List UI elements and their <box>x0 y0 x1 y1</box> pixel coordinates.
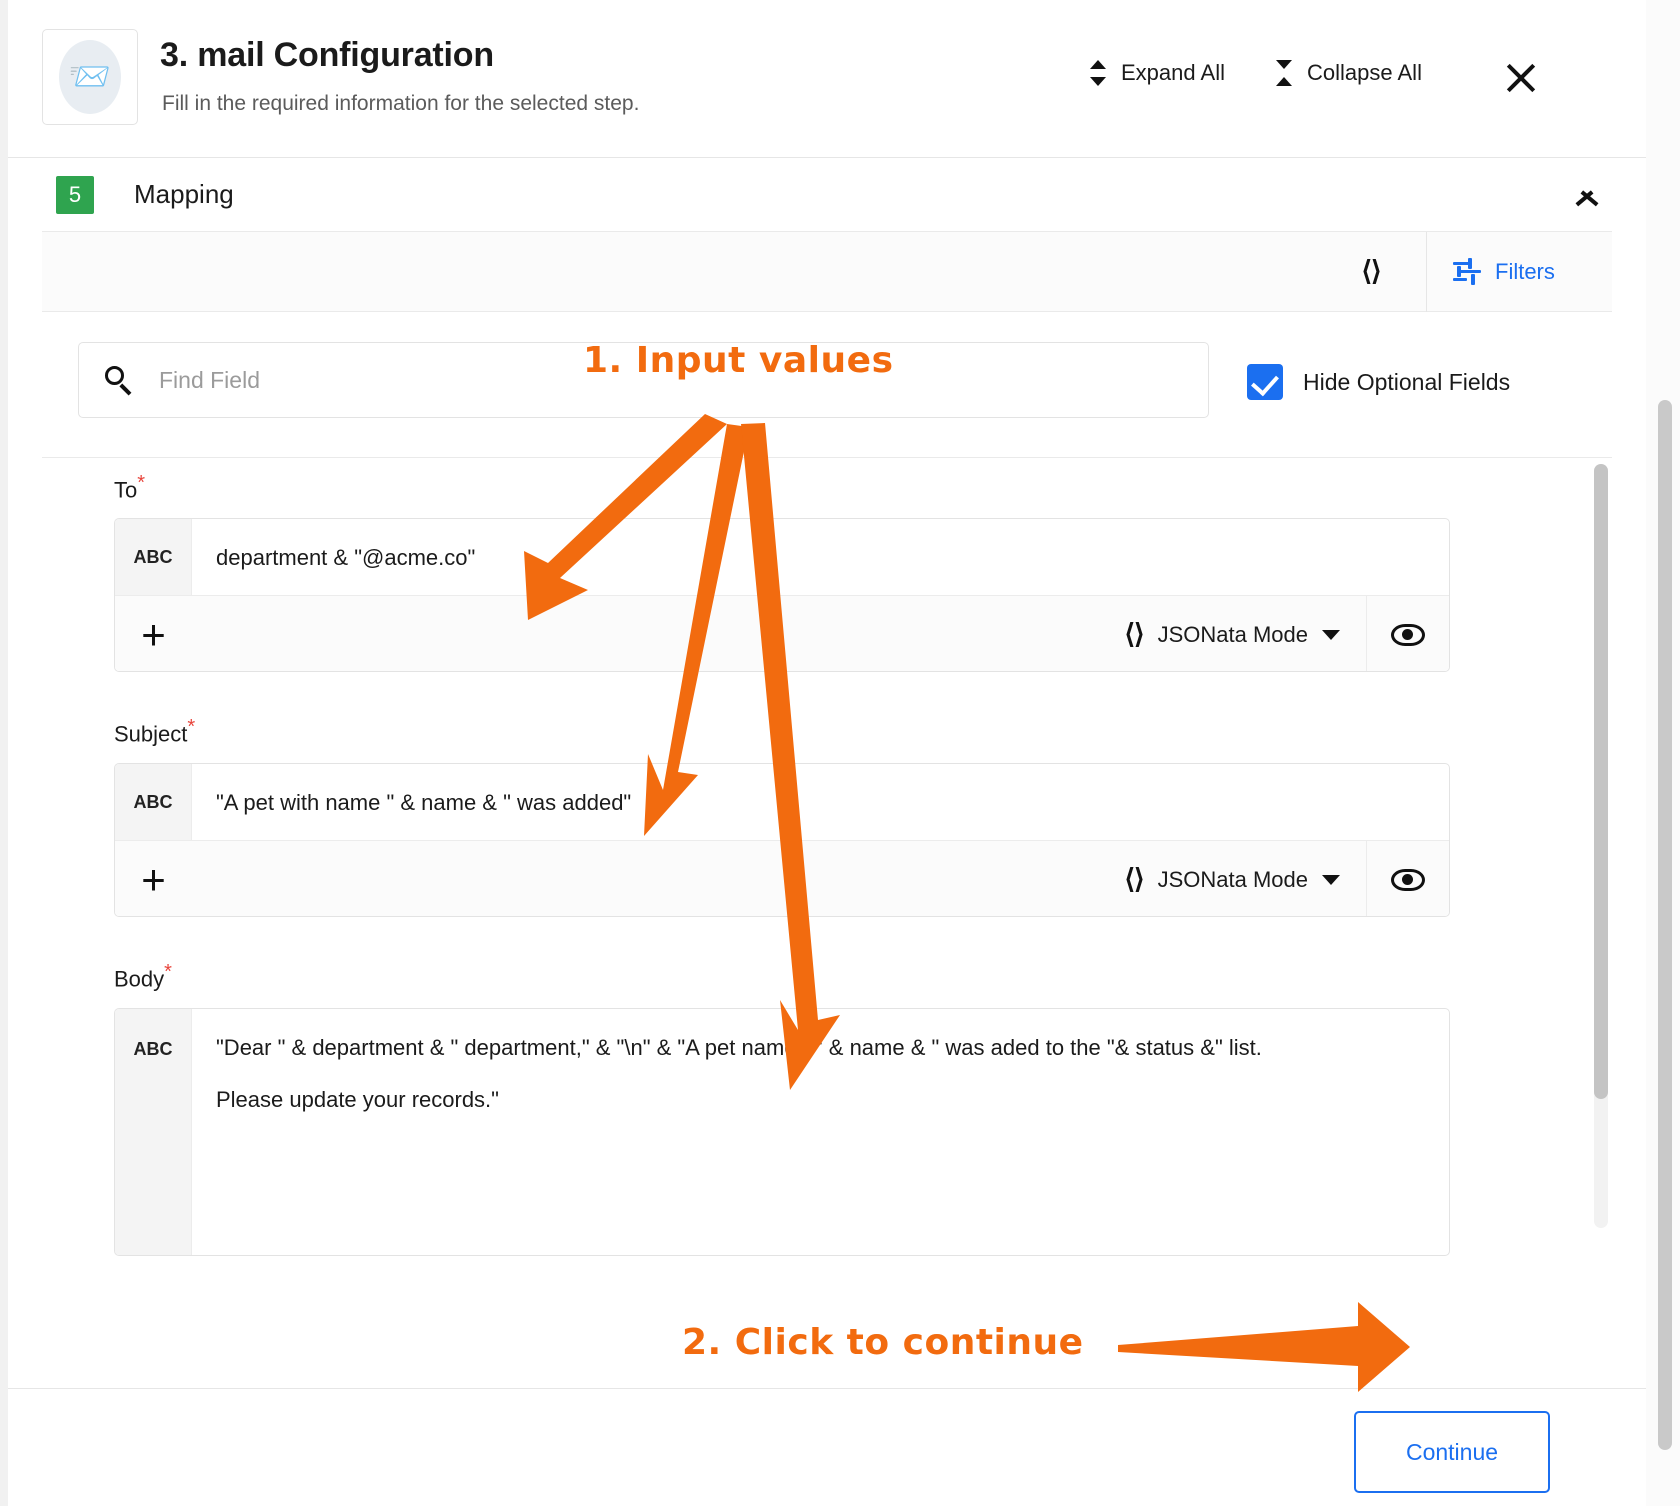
code-brackets-icon: ⟨⟩ <box>1124 864 1145 894</box>
code-view-toggle-button[interactable]: ⟨⟩ <box>1316 232 1426 312</box>
chevron-down-icon <box>1322 629 1340 640</box>
field-value-row-subject[interactable]: ABC "A pet with name " & name & " was ad… <box>115 764 1449 841</box>
required-marker: * <box>187 716 196 738</box>
chevron-up-icon[interactable] <box>1572 182 1602 200</box>
step-icon-box: 📨 <box>42 29 138 125</box>
type-badge-abc: ABC <box>115 764 192 840</box>
jsonata-mode-dropdown-to[interactable]: ⟨⟩ JSONata Mode <box>1125 619 1366 650</box>
form-scrollbar-thumb[interactable] <box>1594 464 1608 1099</box>
filters-button[interactable]: Filters <box>1426 231 1612 312</box>
field-label-body: Body* <box>114 961 172 992</box>
hide-optional-fields-label: Hide Optional Fields <box>1303 368 1511 395</box>
preview-button-subject[interactable] <box>1366 841 1449 916</box>
required-marker: * <box>137 472 146 494</box>
field-card-body: ABC "Dear " & department & " department,… <box>114 1008 1450 1256</box>
find-field-box[interactable] <box>78 342 1209 418</box>
code-brackets-icon: ⟨⟩ <box>1361 256 1381 286</box>
sliders-icon <box>1453 257 1481 285</box>
field-card-subject: ABC "A pet with name " & name & " was ad… <box>114 763 1450 917</box>
dialog-header: 📨 3. mail Configuration Fill in the requ… <box>8 0 1646 158</box>
search-input[interactable] <box>157 365 1057 395</box>
configuration-dialog: 📨 3. mail Configuration Fill in the requ… <box>8 0 1646 1506</box>
type-badge-abc: ABC <box>115 1009 192 1255</box>
step-number-badge: 5 <box>56 175 94 214</box>
field-value-body[interactable]: "Dear " & department & " department," & … <box>192 1009 1449 1255</box>
type-badge-abc: ABC <box>115 519 192 595</box>
expand-all-label: Expand All <box>1121 60 1225 85</box>
page-subtitle: Fill in the required information for the… <box>162 92 640 115</box>
jsonata-mode-label: JSONata Mode <box>1157 866 1308 892</box>
collapse-all-label: Collapse All <box>1307 60 1422 85</box>
field-label-subject: Subject* <box>114 716 196 747</box>
expand-all-icon <box>1087 60 1109 86</box>
required-marker: * <box>164 961 172 983</box>
close-icon[interactable] <box>1501 58 1541 98</box>
dialog-footer: Continue <box>8 1388 1646 1506</box>
search-icon <box>105 366 133 396</box>
expand-all-button[interactable]: Expand All <box>1087 60 1225 86</box>
field-label-to: To* <box>114 472 146 503</box>
section-title: Mapping <box>134 179 234 209</box>
page-left-gutter <box>0 0 8 1506</box>
chevron-down-icon <box>1322 874 1340 885</box>
field-value-body-line-1: "Dear " & department & " department," & … <box>216 1035 1262 1060</box>
field-value-body-line-2: Please update your records." <box>216 1087 499 1113</box>
eye-icon <box>1391 623 1425 646</box>
field-footer-to: + ⟨⟩ JSONata Mode <box>115 596 1449 671</box>
collapse-all-icon <box>1273 60 1295 86</box>
jsonata-mode-dropdown-subject[interactable]: ⟨⟩ JSONata Mode <box>1125 864 1366 895</box>
screenshot-root: 📨 3. mail Configuration Fill in the requ… <box>0 0 1680 1506</box>
continue-button[interactable]: Continue <box>1354 1411 1550 1493</box>
page-scrollbar-thumb[interactable] <box>1658 400 1672 1450</box>
mapping-toolbar: ⟨⟩ Filters <box>42 231 1612 312</box>
preview-button-to[interactable] <box>1366 596 1449 671</box>
code-brackets-icon: ⟨⟩ <box>1124 619 1145 649</box>
page-title: 3. mail Configuration <box>160 36 494 74</box>
hide-optional-fields-checkbox[interactable]: Hide Optional Fields <box>1247 364 1510 400</box>
field-value-subject[interactable]: "A pet with name " & name & " was added" <box>192 764 1449 840</box>
field-value-to[interactable]: department & "@acme.co" <box>192 519 1449 595</box>
mapping-form-area: To* ABC department & "@acme.co" + ⟨⟩ JSO… <box>42 458 1612 1284</box>
mail-envelope-icon: 📨 <box>59 40 121 114</box>
collapse-all-button[interactable]: Collapse All <box>1273 60 1422 86</box>
checkbox-checked-icon[interactable] <box>1247 364 1283 400</box>
eye-icon <box>1391 868 1425 891</box>
field-value-row-to[interactable]: ABC department & "@acme.co" <box>115 519 1449 596</box>
add-value-button-to[interactable]: + <box>115 596 192 671</box>
add-value-button-subject[interactable]: + <box>115 841 192 916</box>
field-value-row-body[interactable]: ABC "Dear " & department & " department,… <box>115 1009 1449 1255</box>
search-row: Hide Optional Fields <box>42 312 1612 458</box>
jsonata-mode-label: JSONata Mode <box>1157 621 1308 647</box>
field-card-to: ABC department & "@acme.co" + ⟨⟩ JSONata… <box>114 518 1450 672</box>
mapping-section-header[interactable]: 5 Mapping <box>42 158 1612 232</box>
field-footer-subject: + ⟨⟩ JSONata Mode <box>115 841 1449 916</box>
filters-label: Filters <box>1495 258 1555 284</box>
